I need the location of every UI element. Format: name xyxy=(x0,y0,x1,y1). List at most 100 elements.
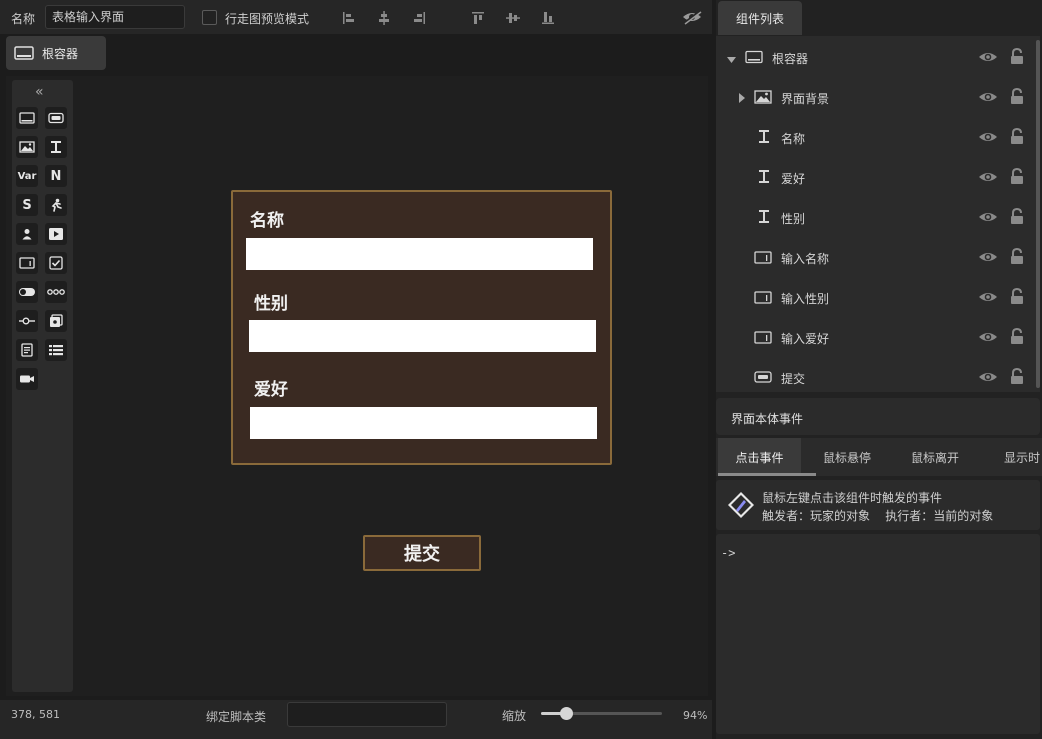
submit-button[interactable]: 提交 xyxy=(363,535,481,571)
tree-item-name-text[interactable]: 名称 xyxy=(716,118,1040,158)
string-icon[interactable]: S xyxy=(16,194,38,216)
tree-item-input-hobby[interactable]: 输入爱好 xyxy=(716,318,1040,358)
align-center-h-icon[interactable] xyxy=(376,10,392,26)
hobby-text-input[interactable] xyxy=(250,407,597,439)
actor-icon[interactable] xyxy=(45,194,67,216)
lock-icon[interactable] xyxy=(1010,327,1024,348)
event-command-arrow[interactable]: -> xyxy=(721,546,735,560)
tree-item-input-name[interactable]: 输入名称 xyxy=(716,238,1040,278)
button-icon[interactable] xyxy=(45,107,67,129)
input-icon xyxy=(754,291,772,307)
input-icon xyxy=(754,331,772,347)
checkbox-icon[interactable] xyxy=(45,252,67,274)
event-trigger-info: 触发者：玩家的对象 执行者：当前的对象 xyxy=(762,509,994,523)
tab-on-show[interactable]: 显示时 xyxy=(990,438,1042,476)
tab-mouse-leave[interactable]: 鼠标离开 xyxy=(893,438,977,476)
document-icon[interactable] xyxy=(16,339,38,361)
event-edit-icon xyxy=(727,491,755,519)
tree-item-input-gender[interactable]: 输入性别 xyxy=(716,278,1040,318)
lock-icon[interactable] xyxy=(1010,127,1024,148)
text-icon[interactable] xyxy=(45,136,67,158)
text-icon xyxy=(758,169,770,187)
eye-icon[interactable] xyxy=(978,130,998,147)
progress-icon[interactable] xyxy=(45,281,67,303)
eye-icon[interactable] xyxy=(978,250,998,267)
gender-text-input[interactable] xyxy=(249,320,596,352)
tree-item-label: 性别 xyxy=(781,212,806,226)
align-right-icon[interactable] xyxy=(411,10,427,26)
video-icon[interactable] xyxy=(45,223,67,245)
events-title: 界面本体事件 xyxy=(731,412,804,426)
tree-item-label: 输入爱好 xyxy=(781,332,830,346)
collapse-palette-icon[interactable]: « xyxy=(35,84,44,100)
align-top-icon[interactable] xyxy=(470,10,486,26)
event-command-editor[interactable] xyxy=(716,534,1040,734)
caret-right-icon[interactable] xyxy=(738,92,745,106)
tree-item-label: 根容器 xyxy=(772,52,809,66)
container-icon[interactable] xyxy=(16,107,38,129)
name-label: 名称 xyxy=(11,12,36,26)
eye-icon[interactable] xyxy=(978,90,998,107)
event-description-text: 鼠标左键点击该组件时触发的事件 xyxy=(762,491,943,505)
tab-component-list[interactable]: 组件列表 xyxy=(718,1,802,35)
tab-root-container[interactable]: 根容器 xyxy=(6,36,106,70)
caret-down-icon[interactable] xyxy=(727,53,736,67)
eye-icon[interactable] xyxy=(978,290,998,307)
tree-item-submit-button[interactable]: 提交 xyxy=(716,358,1040,392)
button-icon xyxy=(754,371,772,386)
name-input[interactable]: 表格输入界面 xyxy=(45,5,185,29)
name-text-input[interactable] xyxy=(246,238,593,270)
text-icon xyxy=(758,209,770,227)
eye-slash-icon[interactable] xyxy=(681,8,703,26)
zoom-label: 缩放 xyxy=(502,709,527,723)
preview-mode-checkbox[interactable] xyxy=(202,10,217,25)
list-icon[interactable] xyxy=(45,339,67,361)
align-bottom-icon[interactable] xyxy=(540,10,556,26)
bind-script-input[interactable] xyxy=(287,702,447,727)
align-left-icon[interactable] xyxy=(341,10,357,26)
root-tab-label: 根容器 xyxy=(42,47,79,61)
tree-item-root-container[interactable]: 根容器 xyxy=(716,38,1040,78)
camera-icon[interactable] xyxy=(16,368,38,390)
gallery-icon[interactable] xyxy=(45,310,67,332)
tree-item-ui-background[interactable]: 界面背景 xyxy=(716,78,1040,118)
slider-icon[interactable] xyxy=(16,310,38,332)
tree-item-label: 输入性别 xyxy=(781,292,830,306)
input-icon[interactable] xyxy=(16,252,38,274)
variable-icon[interactable]: Var xyxy=(16,165,38,187)
tree-item-label: 提交 xyxy=(781,372,806,386)
tab-mouse-hover[interactable]: 鼠标悬停 xyxy=(806,438,888,476)
lock-icon[interactable] xyxy=(1010,247,1024,268)
lock-icon[interactable] xyxy=(1010,287,1024,308)
lock-icon[interactable] xyxy=(1010,207,1024,228)
eye-icon[interactable] xyxy=(978,210,998,227)
tree-item-label: 界面背景 xyxy=(781,92,830,106)
eye-icon[interactable] xyxy=(978,50,998,67)
lock-icon[interactable] xyxy=(1010,47,1024,68)
hobby-field-label[interactable]: 爱好 xyxy=(254,375,288,400)
eye-icon[interactable] xyxy=(978,370,998,387)
bind-script-label: 绑定脚本类 xyxy=(206,710,267,724)
image-icon[interactable] xyxy=(16,136,38,158)
eye-icon[interactable] xyxy=(978,330,998,347)
align-center-v-icon[interactable] xyxy=(505,10,521,26)
lock-icon[interactable] xyxy=(1010,87,1024,108)
tab-click-event[interactable]: 点击事件 xyxy=(718,438,801,476)
preview-mode-label: 行走图预览模式 xyxy=(225,12,310,26)
cursor-coordinates: 378, 581 xyxy=(11,708,60,721)
image-icon xyxy=(754,90,772,107)
switch-icon[interactable] xyxy=(16,281,38,303)
gender-field-label[interactable]: 性别 xyxy=(254,289,288,314)
name-field-label[interactable]: 名称 xyxy=(250,206,284,231)
tree-item-label: 输入名称 xyxy=(781,252,830,266)
number-icon[interactable]: N xyxy=(45,165,67,187)
tree-item-gender-text[interactable]: 性别 xyxy=(716,198,1040,238)
tree-item-hobby-text[interactable]: 爱好 xyxy=(716,158,1040,198)
character-icon[interactable] xyxy=(16,223,38,245)
lock-icon[interactable] xyxy=(1010,367,1024,388)
eye-icon[interactable] xyxy=(978,170,998,187)
zoom-value: 94% xyxy=(683,709,708,722)
lock-icon[interactable] xyxy=(1010,167,1024,188)
tree-item-label: 爱好 xyxy=(781,172,806,186)
zoom-slider-handle[interactable] xyxy=(560,707,573,720)
